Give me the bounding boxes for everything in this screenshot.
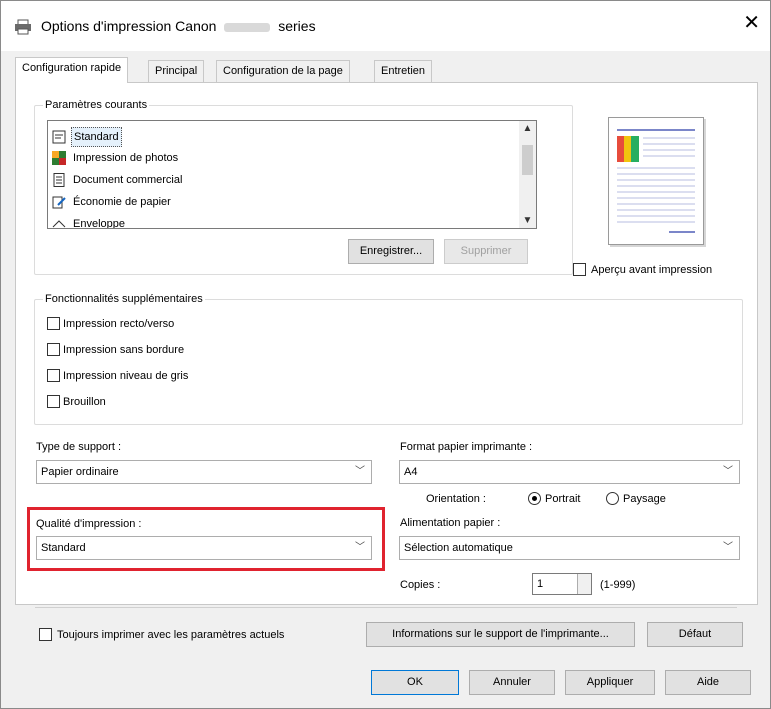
scroll-thumb[interactable] bbox=[522, 145, 533, 175]
draft-label: Brouillon bbox=[63, 396, 106, 408]
chevron-down-icon: ﹀ bbox=[355, 542, 365, 553]
list-item-standard[interactable]: Standard bbox=[52, 127, 122, 147]
chevron-down-icon: ﹀ bbox=[723, 466, 733, 477]
additional-features-group: Fonctionnalités supplémentaires Impressi… bbox=[34, 292, 743, 425]
grayscale-printing-checkbox[interactable] bbox=[47, 369, 60, 382]
always-print-current-settings-checkbox[interactable] bbox=[39, 628, 52, 641]
close-button[interactable]: ✕ bbox=[743, 13, 760, 33]
copies-value: 1 bbox=[537, 578, 544, 590]
tab-main[interactable]: Principal bbox=[148, 60, 205, 82]
list-item-label: Standard bbox=[71, 127, 122, 147]
window-title-suffix: series bbox=[278, 18, 316, 34]
media-type-select[interactable]: Papier ordinaire ﹀ bbox=[36, 460, 372, 484]
copies-spinner[interactable]: 1 bbox=[532, 573, 592, 595]
list-item-paper-saving[interactable]: Économie de papier bbox=[52, 193, 173, 213]
list-item-photo-printing[interactable]: Impression de photos bbox=[52, 149, 180, 169]
paper-source-label: Alimentation papier : bbox=[400, 517, 501, 529]
duplex-printing-checkbox[interactable] bbox=[47, 317, 60, 330]
quick-setup-panel: Paramètres courants Standard Impression … bbox=[15, 82, 758, 605]
cancel-button[interactable]: Annuler bbox=[469, 670, 555, 695]
standard-icon bbox=[52, 130, 66, 144]
title-bar: Options d'impression Canon series ✕ bbox=[1, 1, 770, 51]
landscape-radio[interactable] bbox=[606, 492, 619, 505]
tab-maintenance[interactable]: Entretien bbox=[374, 60, 433, 82]
print-quality-select[interactable]: Standard ﹀ bbox=[36, 536, 372, 560]
paper-saving-icon bbox=[52, 196, 66, 209]
preview-before-printing-checkbox[interactable] bbox=[573, 263, 586, 276]
printer-media-info-button[interactable]: Informations sur le support de l'imprima… bbox=[366, 622, 635, 647]
draft-checkbox[interactable] bbox=[47, 395, 60, 408]
printer-paper-size-value: A4 bbox=[404, 466, 418, 478]
print-quality-value: Standard bbox=[41, 542, 86, 554]
paper-source-select[interactable]: Sélection automatique ﹀ bbox=[399, 536, 740, 560]
delete-button[interactable]: Supprimer bbox=[444, 239, 528, 264]
grayscale-printing-label: Impression niveau de gris bbox=[63, 370, 189, 382]
window-title-prefix: Options d'impression Canon bbox=[41, 18, 217, 34]
list-scrollbar[interactable]: ▲ ▼ bbox=[519, 121, 536, 228]
document-icon bbox=[53, 173, 65, 188]
window-title: Options d'impression Canon series bbox=[41, 18, 316, 34]
tab-quick-setup[interactable]: Configuration rapide bbox=[15, 57, 129, 83]
media-type-value: Papier ordinaire bbox=[41, 466, 119, 478]
borderless-printing-label: Impression sans bordure bbox=[63, 344, 185, 356]
chevron-down-icon: ﹀ bbox=[723, 542, 733, 553]
envelope-icon bbox=[52, 220, 66, 228]
copies-range: (1-999) bbox=[600, 579, 636, 591]
help-button[interactable]: Aide bbox=[665, 670, 751, 695]
list-item-label: Enveloppe bbox=[73, 218, 125, 229]
preview-before-printing-label: Aperçu avant impression bbox=[591, 264, 713, 276]
list-item-envelope[interactable]: Enveloppe bbox=[52, 215, 127, 229]
borderless-printing-checkbox[interactable] bbox=[47, 343, 60, 356]
orientation-label: Orientation : bbox=[426, 493, 486, 505]
always-print-current-settings-label: Toujours imprimer avec les paramètres ac… bbox=[57, 629, 285, 641]
printer-icon bbox=[15, 19, 31, 35]
current-settings-list[interactable]: Standard Impression de photos Document c… bbox=[47, 120, 537, 229]
list-item-business-document[interactable]: Document commercial bbox=[52, 171, 184, 191]
list-item-label: Impression de photos bbox=[73, 152, 179, 165]
redacted-model-name bbox=[224, 22, 271, 32]
print-preview-thumbnail bbox=[608, 117, 704, 245]
current-settings-group: Paramètres courants Standard Impression … bbox=[34, 98, 573, 275]
landscape-label: Paysage bbox=[623, 493, 666, 505]
printer-paper-size-label: Format papier imprimante : bbox=[400, 441, 533, 453]
print-options-dialog: Options d'impression Canon series ✕ Conf… bbox=[0, 0, 771, 709]
photo-icon bbox=[52, 151, 66, 166]
save-button[interactable]: Enregistrer... bbox=[348, 239, 434, 264]
paper-source-value: Sélection automatique bbox=[404, 542, 513, 554]
apply-button[interactable]: Appliquer bbox=[565, 670, 655, 695]
tab-page-setup[interactable]: Configuration de la page bbox=[216, 60, 350, 82]
print-quality-label: Qualité d'impression : bbox=[36, 518, 142, 530]
preview-page-icon bbox=[617, 129, 695, 233]
additional-features-legend: Fonctionnalités supplémentaires bbox=[43, 292, 205, 306]
list-item-label: Économie de papier bbox=[73, 196, 171, 209]
media-type-label: Type de support : bbox=[36, 441, 121, 453]
duplex-printing-label: Impression recto/verso bbox=[63, 318, 175, 330]
list-item-label: Document commercial bbox=[73, 174, 183, 187]
portrait-radio[interactable] bbox=[528, 492, 541, 505]
printer-paper-size-select[interactable]: A4 ﹀ bbox=[399, 460, 740, 484]
spinner-arrows-icon[interactable] bbox=[577, 574, 591, 594]
scroll-down-icon[interactable]: ▼ bbox=[519, 215, 536, 226]
copies-label: Copies : bbox=[400, 579, 441, 591]
chevron-down-icon: ﹀ bbox=[355, 466, 365, 477]
current-settings-legend: Paramètres courants bbox=[43, 98, 150, 112]
scroll-up-icon[interactable]: ▲ bbox=[519, 123, 536, 134]
portrait-label: Portrait bbox=[545, 493, 581, 505]
divider bbox=[35, 607, 737, 608]
ok-button[interactable]: OK bbox=[371, 670, 459, 695]
default-button[interactable]: Défaut bbox=[647, 622, 743, 647]
